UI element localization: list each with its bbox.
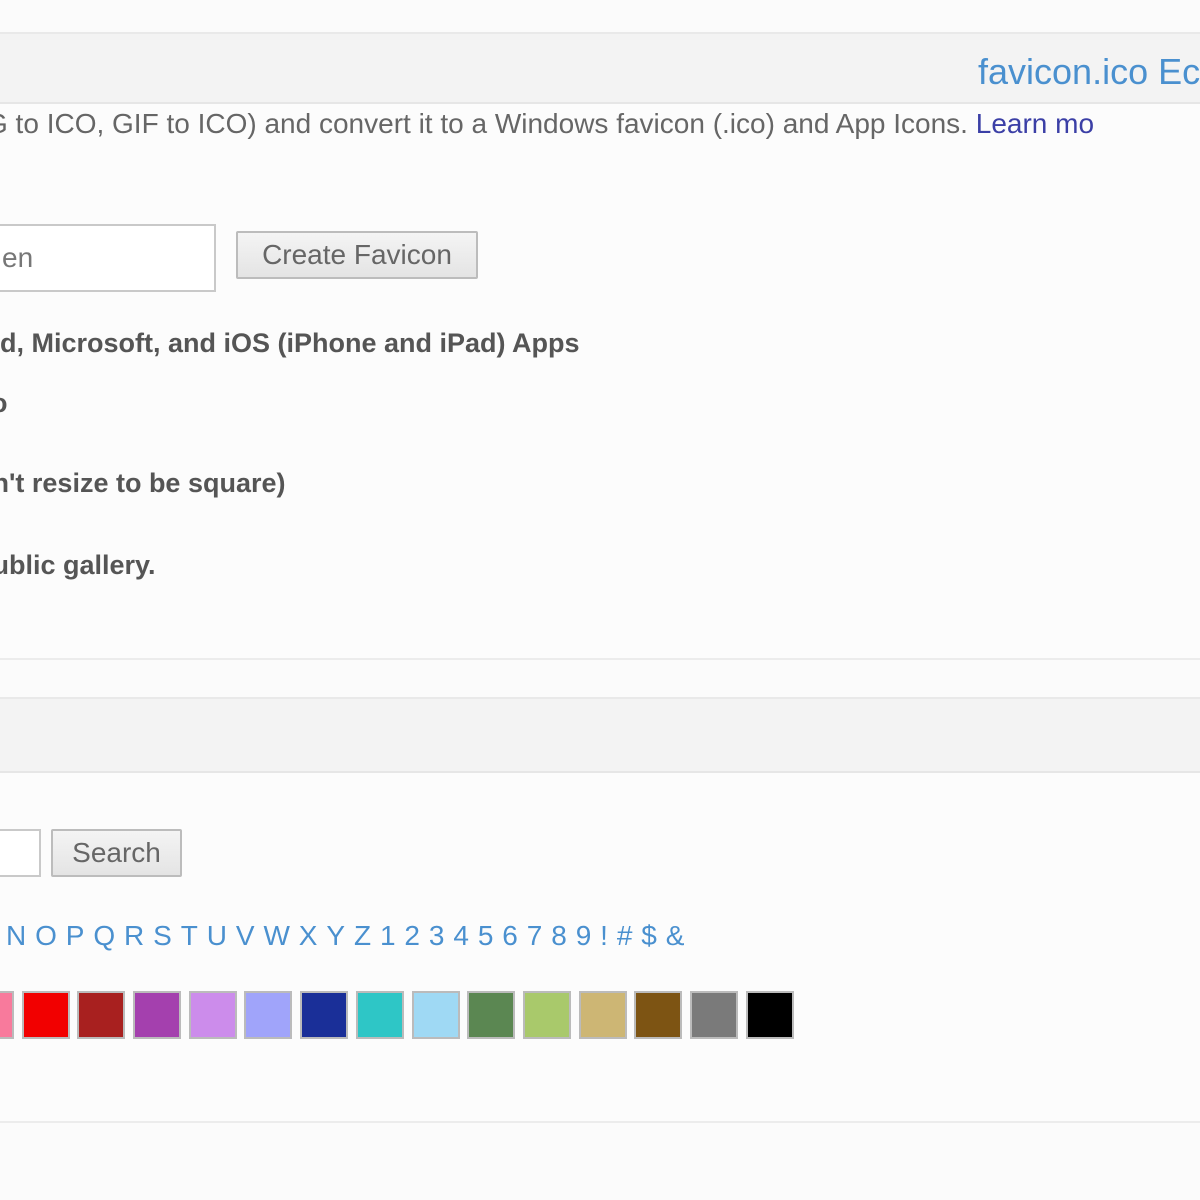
letter-filter-link[interactable]: 8: [551, 920, 567, 952]
color-swatch[interactable]: [133, 991, 182, 1039]
letter-filter-link[interactable]: &: [666, 920, 685, 952]
gallery-panel-header: [0, 697, 1200, 773]
color-swatch[interactable]: [355, 991, 404, 1039]
letter-filter-link[interactable]: X: [299, 920, 318, 952]
letter-filter-link[interactable]: P: [66, 920, 85, 952]
letter-filter-link[interactable]: 7: [527, 920, 543, 952]
color-swatch[interactable]: [467, 991, 516, 1039]
color-swatch[interactable]: [77, 991, 126, 1039]
generator-description: G to ICO, GIF to ICO) and convert it to …: [0, 108, 1094, 140]
letter-filter-link[interactable]: 4: [453, 920, 469, 952]
favicon-editor-link[interactable]: favicon.ico Ec: [978, 51, 1200, 93]
letter-filter-link[interactable]: 6: [502, 920, 518, 952]
color-swatch[interactable]: [634, 991, 683, 1039]
color-swatch[interactable]: [244, 991, 293, 1039]
option-public-gallery-label[interactable]: public gallery.: [0, 550, 156, 581]
letter-filter-link[interactable]: R: [124, 920, 144, 952]
letter-filter-link[interactable]: 1: [380, 920, 396, 952]
letter-filter-link[interactable]: 9: [576, 920, 592, 952]
color-swatch[interactable]: [689, 991, 738, 1039]
letter-filter-link[interactable]: 5: [478, 920, 494, 952]
letter-filter-link[interactable]: W: [263, 920, 289, 952]
letter-filter-link[interactable]: U: [207, 920, 227, 952]
color-swatch[interactable]: [411, 991, 460, 1039]
gallery-panel: [0, 697, 1200, 1123]
generator-panel-header: o favicon.ico Ec: [0, 32, 1200, 104]
option-no-resize-label[interactable]: on't resize to be square): [0, 468, 286, 499]
letter-filter-link[interactable]: S: [153, 920, 172, 952]
letter-filter-link[interactable]: V: [236, 920, 255, 952]
gallery-search-input[interactable]: [0, 829, 41, 877]
color-swatch[interactable]: [188, 991, 237, 1039]
gallery-search-button[interactable]: Search: [51, 829, 182, 877]
letter-filter-link[interactable]: Y: [326, 920, 345, 952]
color-swatch[interactable]: [745, 991, 794, 1039]
generator-description-text: G to ICO, GIF to ICO) and convert it to …: [0, 108, 968, 139]
source-image-input[interactable]: [0, 224, 216, 292]
letter-filter-link[interactable]: 2: [404, 920, 420, 952]
color-swatch[interactable]: [522, 991, 571, 1039]
color-swatch[interactable]: [578, 991, 627, 1039]
letter-filter-link[interactable]: O: [35, 920, 57, 952]
option-ico-label[interactable]: co: [0, 388, 8, 419]
learn-more-link[interactable]: Learn mo: [976, 108, 1094, 139]
letter-filter-link[interactable]: Z: [354, 920, 371, 952]
letter-filter-link[interactable]: #: [617, 920, 633, 952]
letter-filter-link[interactable]: 3: [429, 920, 445, 952]
color-filter-bar: [0, 991, 801, 1039]
letter-filter-bar: N O P Q R S T U V W X Y Z 1 2 3 4 5 6 7 8 9! # $ &: [6, 920, 693, 952]
letter-filter-link[interactable]: N: [6, 920, 26, 952]
color-swatch[interactable]: [0, 991, 14, 1039]
letter-filter-link[interactable]: Q: [93, 920, 115, 952]
color-swatch[interactable]: [300, 991, 349, 1039]
create-favicon-button[interactable]: Create Favicon: [236, 231, 478, 279]
letter-filter-link[interactable]: T: [181, 920, 198, 952]
option-app-icons-label[interactable]: oid, Microsoft, and iOS (iPhone and iPad…: [0, 328, 580, 359]
page: o favicon.ico Ec G to ICO, GIF to ICO) a…: [0, 0, 1200, 1200]
letter-filter-link[interactable]: !: [600, 920, 608, 952]
letter-filter-link[interactable]: $: [641, 920, 657, 952]
color-swatch[interactable]: [21, 991, 70, 1039]
